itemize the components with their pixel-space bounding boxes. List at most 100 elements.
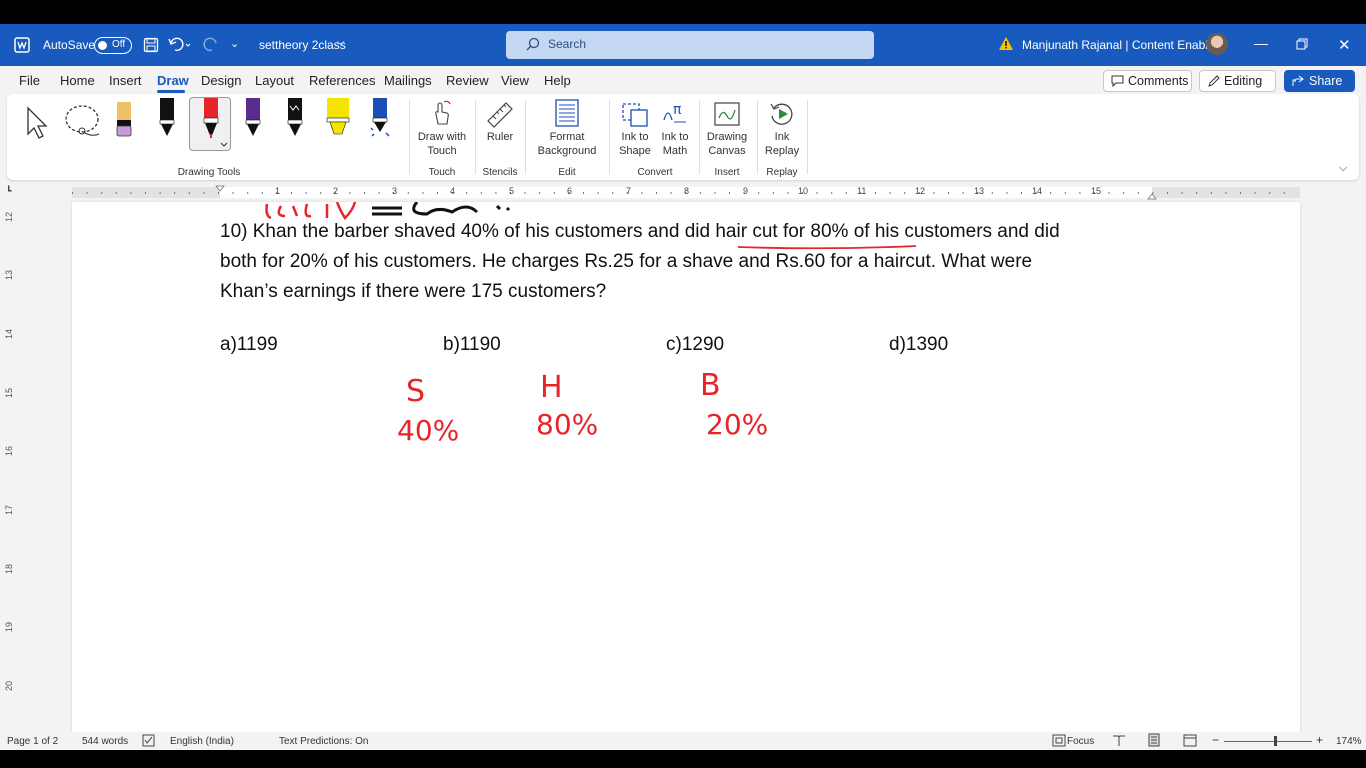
eraser-icon[interactable] [115,100,133,145]
editing-label: Editing [1224,74,1263,88]
draw-with-touch-button[interactable]: Draw with Touch [411,130,473,158]
drawing-canvas-icon[interactable] [713,100,741,133]
document-page[interactable]: 10) Khan the barber shaved 40% of his cu… [72,202,1300,742]
format-background-button[interactable]: Format Background [529,130,605,158]
tab-design[interactable]: Design [201,73,241,88]
user-name[interactable]: Manjunath Rajanal | Content Enablers [1022,38,1225,52]
toggle-knob [98,41,107,50]
web-layout-icon[interactable] [1183,734,1197,750]
avatar[interactable] [1206,33,1228,55]
pen-black-icon[interactable] [157,98,177,145]
ruler-number: 8 [684,186,690,196]
text-predictions-status[interactable]: Text Predictions: On [279,736,368,747]
ribbon-separator [757,100,758,174]
ink-to-math-button[interactable]: Ink to Math [655,130,695,158]
group-label-convert: Convert [637,167,673,178]
ink-replay-button[interactable]: Ink Replay [759,130,805,158]
word-count[interactable]: 544 words [82,736,128,747]
search-icon [526,37,540,54]
group-label-edit: Edit [558,167,576,178]
share-button[interactable]: Share ⌵ [1284,70,1355,101]
horizontal-ruler[interactable]: ┗ 1 2 3 4 5 6 7 8 9 10 11 12 13 14 15 [0,184,1366,201]
ruler-number: 17 [4,504,15,516]
read-mode-icon[interactable] [1112,734,1126,750]
ink-note-value: 20% [706,408,769,441]
comments-label: Comments [1128,74,1189,88]
zoom-out-button[interactable]: − [1212,733,1219,747]
highlighter-yellow-icon[interactable] [324,98,352,145]
pen-galaxy-icon[interactable] [285,98,305,145]
ink-to-math-icon[interactable]: π [660,100,688,133]
print-layout-icon[interactable] [1147,733,1161,750]
ruler-number: 15 [4,387,15,399]
comment-icon [1111,75,1124,90]
redo-icon[interactable] [202,36,220,54]
search-box[interactable]: Search [506,31,874,59]
ribbon-separator [409,100,410,174]
ink-to-shape-button[interactable]: Ink to Shape [615,130,655,158]
collapse-ribbon-icon[interactable]: ⌵ [1339,162,1347,175]
tab-references[interactable]: References [309,73,375,88]
vertical-ruler[interactable]: 12 13 14 15 16 17 18 19 20 [0,202,20,742]
pencil-icon [1207,75,1220,91]
tab-file[interactable]: File [19,73,40,88]
customize-toolbar-icon[interactable]: ⌄ [230,37,239,50]
question-10-line-1[interactable]: 10) Khan the barber shaved 40% of his cu… [220,217,1060,247]
minimize-icon[interactable]: — [1254,35,1268,51]
svg-text:π: π [673,102,682,118]
tab-mailings[interactable]: Mailings [384,73,432,88]
tab-draw[interactable]: Draw [157,73,189,88]
comments-button[interactable]: Comments [1103,70,1192,92]
ink-to-shape-icon[interactable] [621,100,649,133]
question-10-line-3[interactable]: Khan’s earnings if there were 175 custom… [220,277,606,307]
zoom-slider[interactable] [1224,741,1312,742]
lasso-select-icon[interactable] [63,104,103,145]
language-status[interactable]: English (India) [170,736,234,747]
ruler-number: 10 [798,186,809,196]
tab-view[interactable]: View [501,73,529,88]
editing-mode-button[interactable]: Editing ⌵ [1199,70,1276,101]
focus-icon[interactable] [1052,734,1066,750]
option-d[interactable]: d)1390 [889,334,948,356]
tab-insert[interactable]: Insert [109,73,142,88]
ruler-icon[interactable] [485,100,515,133]
ink-underline [738,245,917,250]
ribbon-separator [807,100,808,174]
pen-purple-icon[interactable] [243,98,263,145]
close-icon[interactable]: ✕ [1338,36,1351,54]
ink-replay-icon[interactable] [768,100,796,133]
format-background-icon[interactable] [554,98,580,133]
ruler-button[interactable]: Ruler [477,130,523,144]
ink-note-letter: B [700,368,721,403]
ruler-number: 18 [4,563,15,575]
undo-icon[interactable] [167,36,191,54]
pen-blue-glitter-icon[interactable] [368,98,392,145]
tab-layout[interactable]: Layout [255,73,294,88]
ribbon-separator [525,100,526,174]
restore-icon[interactable] [1296,38,1308,53]
group-label-stencils: Stencils [482,167,518,178]
autosave-toggle[interactable]: Off [94,37,132,54]
zoom-in-button[interactable]: + [1316,733,1323,747]
zoom-slider-thumb[interactable] [1274,736,1277,746]
touch-hand-icon[interactable] [430,100,452,131]
save-icon[interactable] [143,37,159,53]
option-c[interactable]: c)1290 [666,334,724,356]
focus-button[interactable]: Focus [1067,736,1094,747]
option-b[interactable]: b)1190 [443,334,501,356]
tab-home[interactable]: Home [60,73,95,88]
zoom-level[interactable]: 174% [1336,736,1362,747]
tab-help[interactable]: Help [544,73,571,88]
warning-icon[interactable] [998,36,1014,54]
drawing-canvas-button[interactable]: Drawing Canvas [701,130,753,158]
proofing-icon[interactable] [142,734,156,750]
select-arrow-icon[interactable] [25,106,51,145]
tab-review[interactable]: Review [446,73,489,88]
chevron-down-icon[interactable]: ⌵ [337,37,345,48]
pen-red-selected[interactable] [189,97,231,151]
ruler-number: 5 [509,186,515,196]
page-count[interactable]: Page 1 of 2 [7,736,58,747]
group-label-replay: Replay [766,167,798,178]
document-title[interactable]: settheory 2class [259,38,346,52]
option-a[interactable]: a)1199 [220,334,278,356]
